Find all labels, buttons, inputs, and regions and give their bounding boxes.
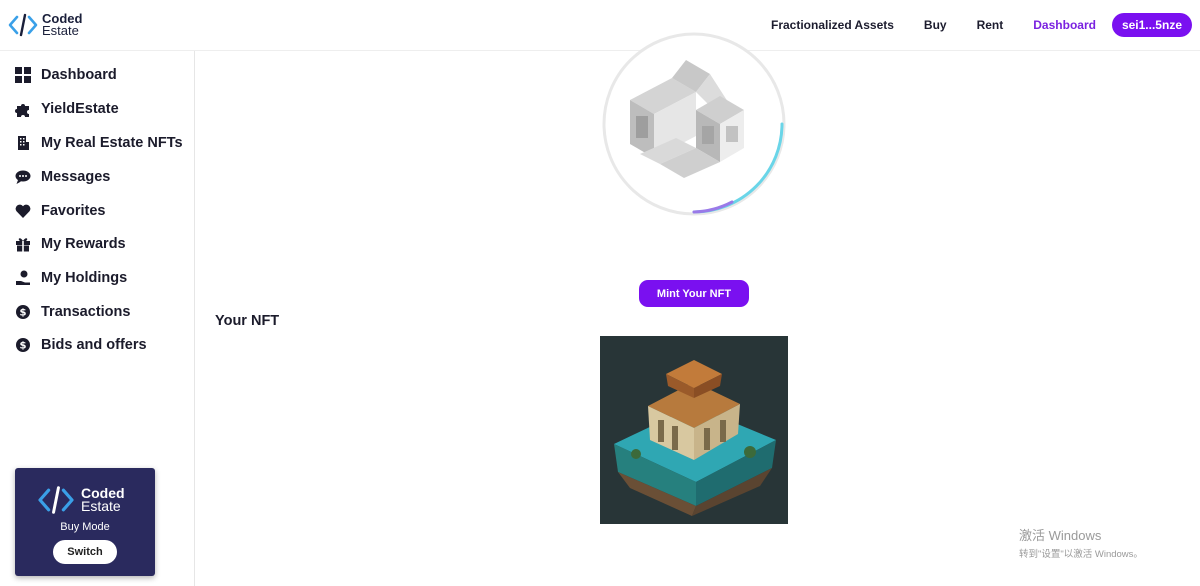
nav-rent[interactable]: Rent (977, 18, 1004, 32)
sidebar-item-yieldestate[interactable]: YieldEstate (15, 97, 119, 121)
svg-text:$: $ (20, 308, 27, 319)
sidebar-item-bids-and-offers[interactable]: $ Bids and offers (15, 333, 147, 357)
nav-dashboard[interactable]: Dashboard (1033, 18, 1096, 32)
brand-logo[interactable]: Coded Estate (8, 12, 82, 38)
chat-icon (15, 169, 31, 185)
building-icon (15, 135, 31, 151)
svg-text:$: $ (20, 341, 27, 352)
sidebar-item-label: My Rewards (41, 236, 126, 252)
sidebar-item-my-rewards[interactable]: My Rewards (15, 232, 126, 256)
mode-card-brand-line2: Estate (81, 498, 121, 514)
mode-label: Buy Mode (60, 521, 110, 533)
sidebar: Dashboard YieldEstate My Real Estate NFT… (0, 51, 195, 586)
puzzle-icon (15, 101, 31, 117)
grid-icon (15, 67, 31, 83)
switch-mode-button[interactable]: Switch (53, 540, 117, 564)
sidebar-item-label: YieldEstate (41, 101, 119, 117)
hand-coin-icon (15, 270, 31, 286)
mode-card: Coded Estate Buy Mode Switch (15, 468, 155, 576)
gift-icon (15, 236, 31, 252)
sidebar-item-messages[interactable]: Messages (15, 165, 110, 189)
sidebar-item-label: Transactions (41, 304, 131, 320)
code-logo-icon (38, 486, 74, 514)
watermark-line1: 激活 Windows (1019, 528, 1102, 543)
sidebar-item-label: Favorites (41, 203, 106, 219)
dollar-circle-icon: $ (15, 304, 31, 320)
property-image-circle (602, 32, 786, 216)
wallet-button[interactable]: sei1...5nze (1111, 13, 1192, 37)
top-nav: Fractionalized Assets Buy Rent Dashboard… (741, 13, 1192, 37)
sidebar-item-label: Dashboard (41, 67, 117, 83)
sidebar-item-my-real-estate-nfts[interactable]: My Real Estate NFTs (15, 131, 183, 155)
dollar-circle-icon: $ (15, 337, 31, 353)
sidebar-item-transactions[interactable]: $ Transactions (15, 300, 130, 324)
mint-nft-button[interactable]: Mint Your NFT (639, 280, 749, 307)
sidebar-item-dashboard[interactable]: Dashboard (15, 63, 117, 87)
mode-card-logo: Coded Estate (37, 484, 125, 516)
sidebar-item-favorites[interactable]: Favorites (15, 199, 105, 223)
code-logo-icon (8, 13, 38, 37)
heart-icon (15, 203, 31, 219)
watermark-line2: 转到"设置"以激活 Windows。 (1019, 549, 1143, 560)
nav-fractionalized-assets[interactable]: Fractionalized Assets (771, 18, 894, 32)
windows-activation-watermark: 激活 Windows 转到"设置"以激活 Windows。 (1019, 525, 1143, 560)
your-nft-heading: Your NFT (215, 313, 280, 329)
nft-image[interactable] (600, 336, 788, 524)
sidebar-item-my-holdings[interactable]: My Holdings (15, 266, 127, 290)
brand-line2: Estate (42, 23, 79, 38)
sidebar-item-label: My Real Estate NFTs (41, 135, 183, 151)
nav-buy[interactable]: Buy (924, 18, 947, 32)
sidebar-item-label: My Holdings (41, 270, 128, 286)
sidebar-item-label: Messages (41, 169, 111, 185)
sidebar-item-label: Bids and offers (41, 337, 147, 353)
